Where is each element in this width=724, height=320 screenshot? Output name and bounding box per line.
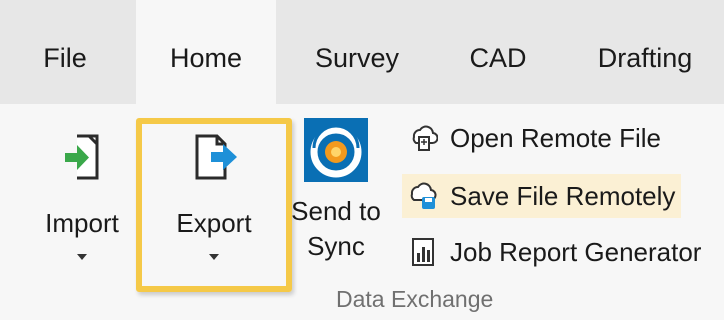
tab-survey[interactable]: Survey xyxy=(286,0,428,104)
tab-cad[interactable]: CAD xyxy=(438,0,558,104)
import-label: Import xyxy=(45,208,119,238)
job-report-icon xyxy=(406,235,440,269)
group-label-data-exchange: Data Exchange xyxy=(336,286,494,312)
export-icon xyxy=(189,132,239,186)
save-file-remotely-button[interactable]: Save File Remotely xyxy=(402,174,682,218)
export-dropdown-caret[interactable] xyxy=(209,254,219,260)
tab-drafting[interactable]: Drafting xyxy=(572,0,718,104)
tab-drafting-label: Drafting xyxy=(597,42,693,73)
send-to-sync-label-line1: Send to xyxy=(291,196,381,226)
tab-home-label: Home xyxy=(169,42,243,73)
tab-cad-label: CAD xyxy=(469,42,527,73)
open-remote-file-icon xyxy=(406,121,440,155)
export-button[interactable]: Export xyxy=(166,132,262,260)
save-file-remotely-label: Save File Remotely xyxy=(450,180,676,211)
ribbon-tab-bar: File Home Survey CAD Drafting xyxy=(0,0,724,104)
tab-home[interactable]: Home xyxy=(136,0,276,104)
tab-file-label: File xyxy=(43,42,87,73)
tab-file[interactable]: File xyxy=(14,0,116,104)
import-dropdown-caret[interactable] xyxy=(77,254,87,260)
job-report-generator-button[interactable]: Job Report Generator xyxy=(406,230,701,274)
send-to-sync-button[interactable]: Send to Sync xyxy=(290,118,382,264)
export-label: Export xyxy=(176,208,252,238)
open-remote-file-button[interactable]: Open Remote File xyxy=(406,116,661,160)
job-report-generator-label: Job Report Generator xyxy=(450,236,702,267)
import-button[interactable]: Import xyxy=(34,132,130,260)
sync-icon xyxy=(304,118,368,184)
send-to-sync-label-line2: Sync xyxy=(307,231,365,261)
tab-survey-label: Survey xyxy=(314,42,400,73)
open-remote-file-label: Open Remote File xyxy=(450,122,661,153)
save-file-remotely-icon xyxy=(406,179,440,213)
import-icon xyxy=(59,132,105,186)
